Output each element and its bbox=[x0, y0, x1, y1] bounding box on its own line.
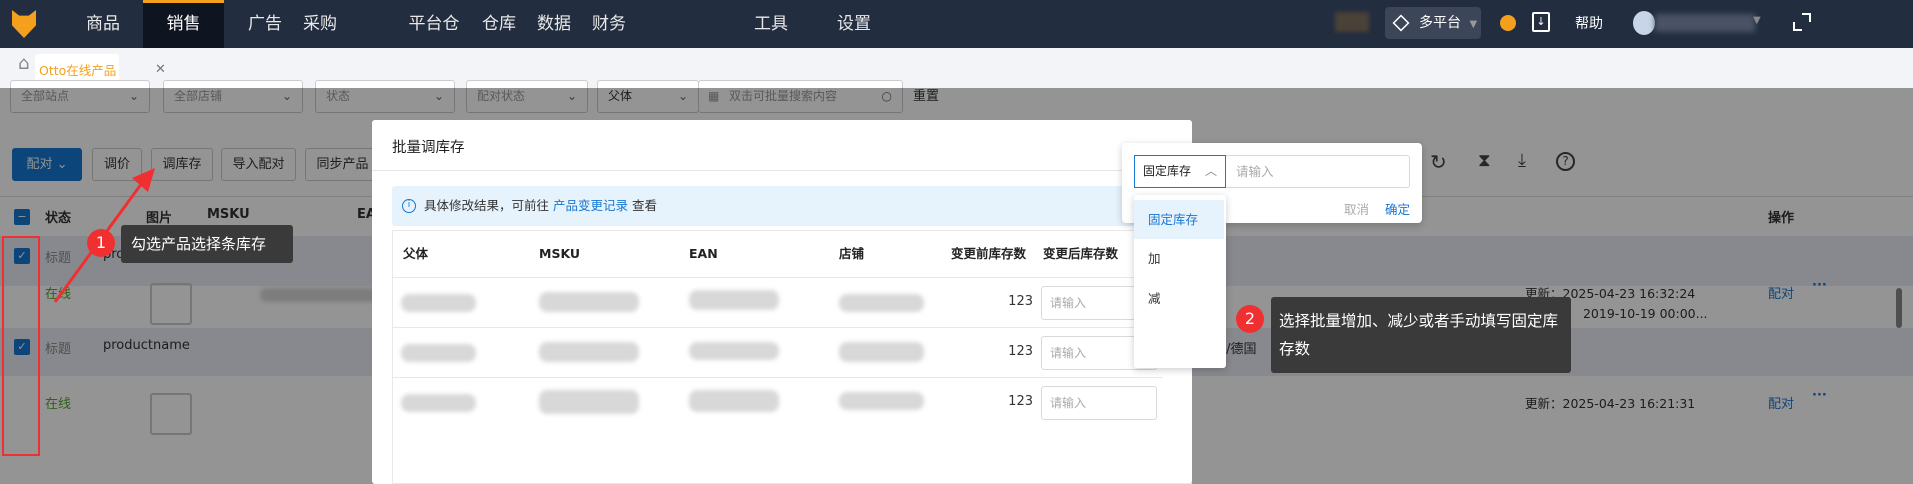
element bbox=[539, 390, 639, 414]
modal-headers-4: 变更前库存数 bbox=[951, 246, 1027, 261]
confirm-button[interactable]: 确定 bbox=[1385, 199, 1410, 218]
nav-item-settings[interactable]: 设置 bbox=[805, 0, 903, 48]
modal-headers-0: 父体 bbox=[403, 246, 429, 261]
chevron-up-icon: ︿ bbox=[1204, 164, 1217, 178]
element bbox=[132, 168, 155, 192]
info-banner: i 具体修改结果，可前往 产品变更记录 查看 bbox=[392, 186, 1192, 226]
element bbox=[401, 294, 476, 312]
modal-info_suffix: 查看 bbox=[632, 198, 658, 213]
option-fixed[interactable]: 固定库存 bbox=[1134, 200, 1224, 239]
modal-headers-3: 店铺 bbox=[839, 246, 865, 261]
element bbox=[401, 394, 476, 412]
nav-item-products[interactable]: 商品 bbox=[54, 0, 152, 48]
element bbox=[539, 292, 639, 312]
modal-rows-1-before: 123 bbox=[1008, 344, 1033, 359]
close-icon[interactable]: ✕ bbox=[155, 62, 166, 77]
element bbox=[839, 294, 924, 312]
table-row: 123 请输入 bbox=[393, 377, 1163, 427]
mode-select[interactable]: 固定库存 ︿ bbox=[1134, 155, 1226, 188]
element bbox=[689, 342, 779, 360]
element bbox=[839, 392, 924, 410]
stock-table: 父体 MSKU EAN 店铺 变更前库存数 变更后库存数 批 123 请输入 1… bbox=[392, 230, 1192, 484]
modal-rows-2-before: 123 bbox=[1008, 394, 1033, 409]
modal-rows-0-before: 123 bbox=[1008, 294, 1033, 309]
popover-mode: 固定库存 bbox=[1143, 164, 1192, 178]
table-row: 123 请输入 bbox=[393, 277, 1163, 327]
annotation-tooltip: 选择批量增加、减少或者手动填写固定库存数 bbox=[1271, 297, 1571, 373]
step-badge: 1 bbox=[87, 229, 115, 257]
logo-icon[interactable] bbox=[12, 10, 36, 38]
support-icon[interactable] bbox=[1500, 15, 1516, 31]
step-badge: 2 bbox=[1236, 305, 1264, 333]
stock-input[interactable]: 请输入 bbox=[1041, 386, 1157, 420]
modal-headers-2: EAN bbox=[689, 246, 718, 261]
change-log-link[interactable]: 产品变更记录 bbox=[553, 198, 628, 213]
nav-item-sales[interactable]: 销售 bbox=[143, 0, 224, 48]
modal-headers-1: MSKU bbox=[539, 246, 581, 261]
table-row: 123 请输入 bbox=[393, 327, 1163, 377]
mode-dropdown: 固定库存 加 减 bbox=[1134, 195, 1226, 368]
caret-down-icon[interactable]: ▼ bbox=[1753, 15, 1761, 26]
cancel-button[interactable]: 取消 bbox=[1344, 199, 1369, 218]
modal-title: 批量调库存 bbox=[392, 140, 465, 156]
tab-label: Otto在线产品 bbox=[39, 63, 117, 78]
caret-down-icon: ▼ bbox=[1469, 19, 1478, 30]
avatar[interactable] bbox=[1633, 11, 1655, 35]
element bbox=[839, 342, 924, 362]
help-link[interactable]: 帮助 bbox=[1575, 0, 1603, 48]
nav-item-purchase[interactable]: 采购 bbox=[271, 0, 369, 48]
element bbox=[689, 290, 779, 310]
platform-switcher[interactable]: 多平台 ▼ bbox=[1385, 7, 1481, 39]
option-subtract[interactable]: 减 bbox=[1134, 279, 1224, 319]
element bbox=[401, 344, 476, 362]
batch-stock-modal: 批量调库存 i 具体修改结果，可前往 产品变更记录 查看 父体 MSKU EAN… bbox=[372, 120, 1192, 484]
option-add[interactable]: 加 bbox=[1134, 239, 1224, 279]
username-blurred bbox=[1655, 14, 1755, 32]
info-icon: i bbox=[402, 199, 416, 213]
annotation-tooltip: 勾选产品选择条库存 bbox=[121, 225, 293, 263]
home-icon[interactable]: ⌂ bbox=[18, 53, 29, 74]
blurred-icon bbox=[1335, 12, 1369, 32]
top-navigation: 商品 销售 广告 采购 平台仓 仓库 数据 财务 工具 设置 多平台 ▼ ↓ 帮… bbox=[0, 0, 1913, 48]
platform-label: 多平台 bbox=[1419, 15, 1461, 31]
nav-item-finance[interactable]: 财务 bbox=[560, 0, 658, 48]
element bbox=[372, 170, 1192, 171]
modal-headers-5: 变更后库存数 bbox=[1043, 246, 1119, 261]
stock-value-input[interactable]: 请输入 bbox=[1226, 155, 1410, 188]
download-icon[interactable]: ↓ bbox=[1532, 12, 1550, 32]
layers-icon bbox=[1392, 14, 1410, 32]
element bbox=[689, 390, 779, 412]
modal-info_prefix: 具体修改结果，可前往 bbox=[424, 198, 550, 213]
element bbox=[539, 342, 639, 362]
